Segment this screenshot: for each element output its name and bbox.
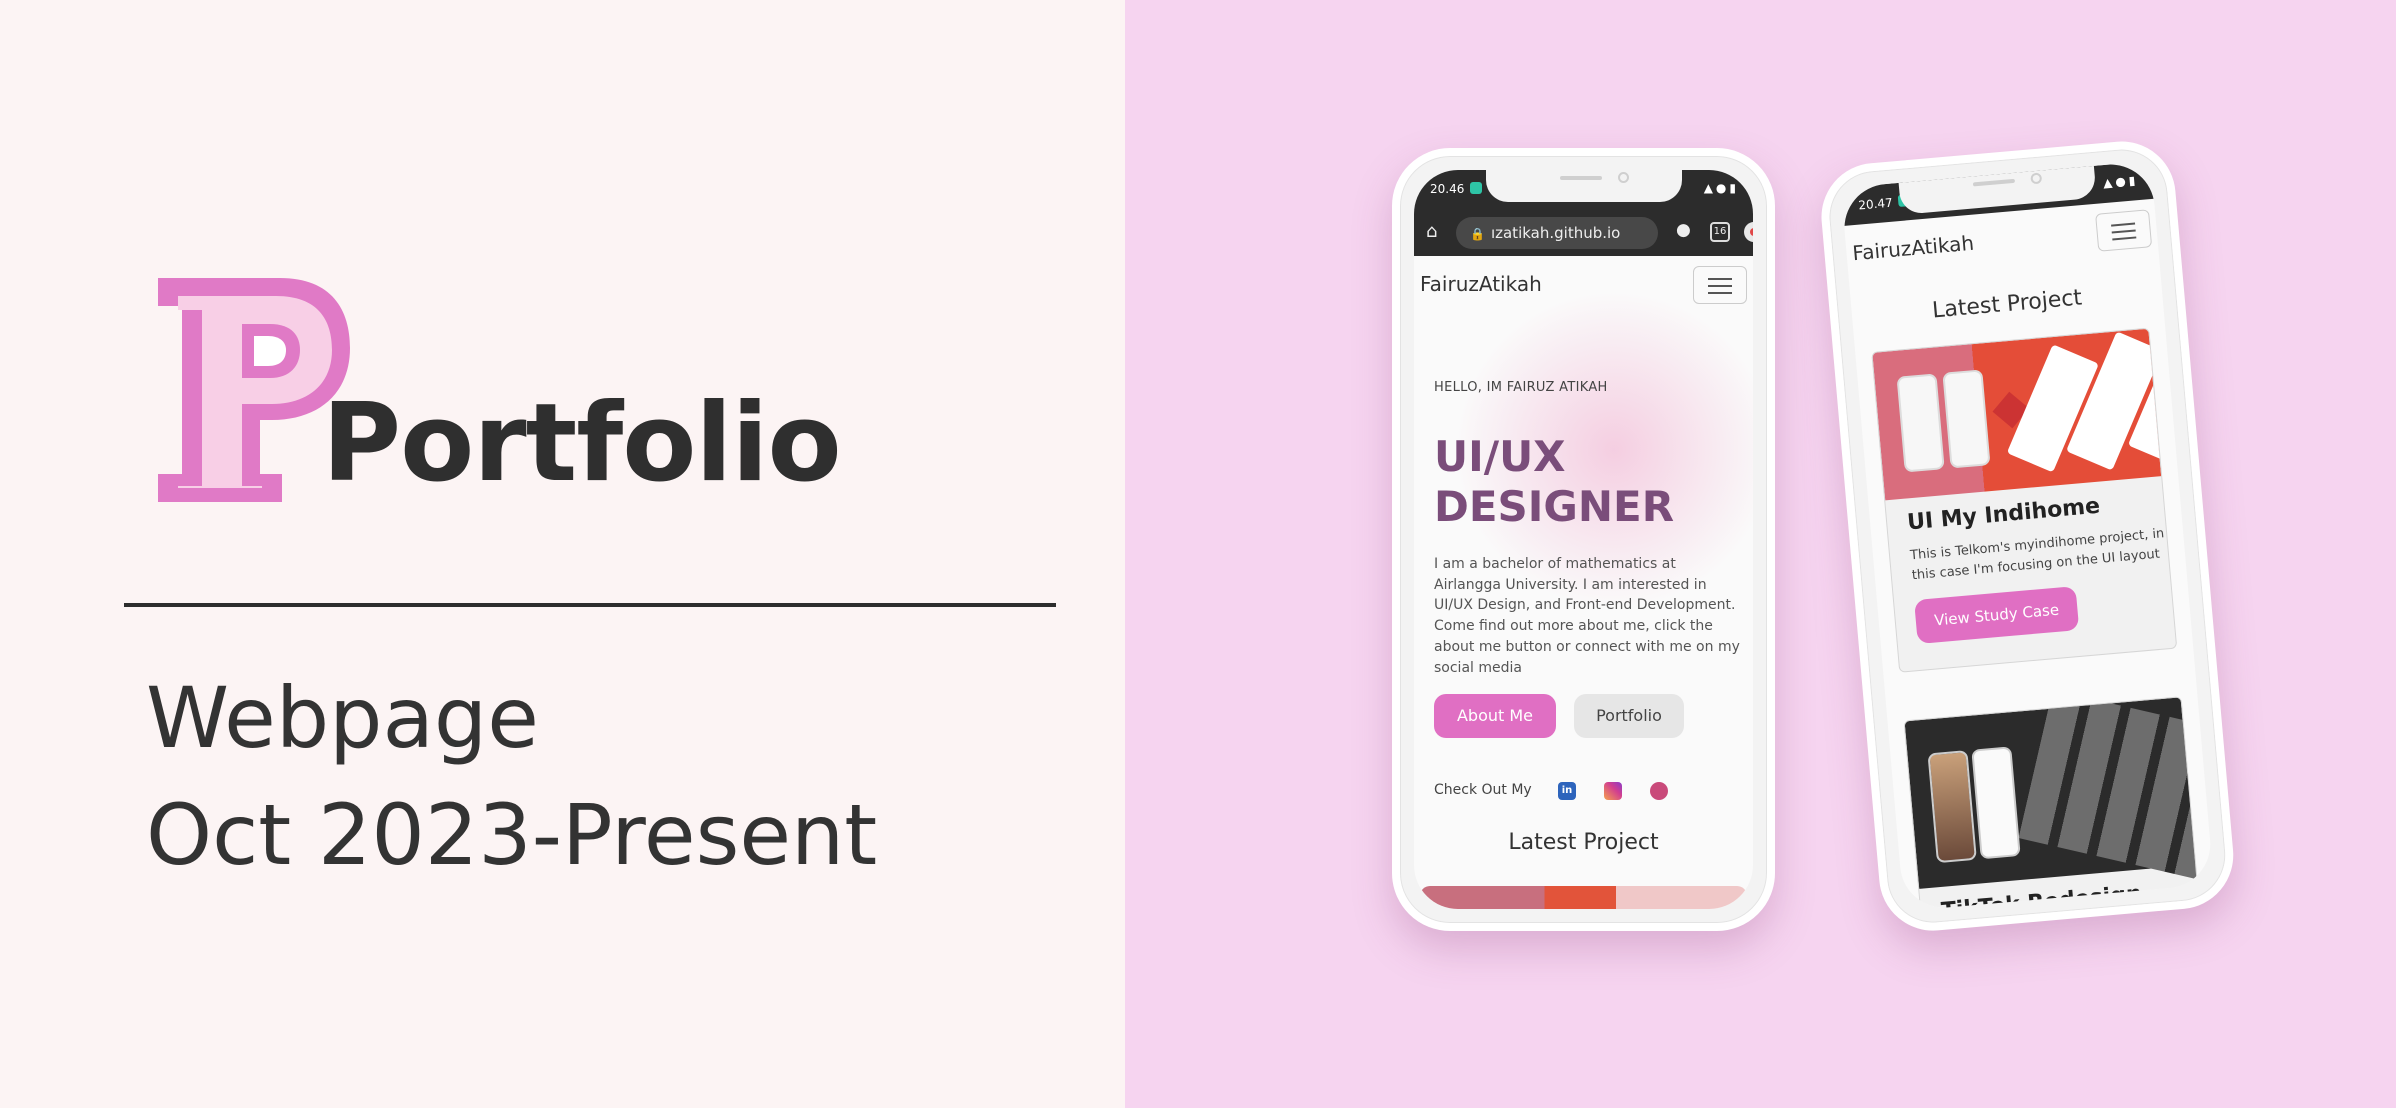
signal-battery-icon: ▲●▮ — [2102, 173, 2139, 191]
social-label: Check Out My — [1434, 782, 1532, 798]
showcase-panel: 20.46 ▲●▮ ⌂ 🔒 ızatikah.github.io ● 16 Fai… — [1125, 0, 2396, 1108]
speaker-icon — [1972, 178, 2015, 187]
site-brand[interactable]: FairuzAtikah — [1852, 231, 1975, 266]
hero-panel: Portfolio Webpage Oct 2023-Present — [0, 0, 1125, 1108]
phone-screen-back: 20.47 ▲●▮ FairuzAtikah Latest Project UI… — [1840, 160, 2214, 912]
view-study-case-button[interactable]: View Study Case — [1914, 586, 2080, 645]
browser-url-bar: ⌂ 🔒 ızatikah.github.io ● 16 — [1414, 208, 1753, 256]
hero-intro: I am a bachelor of mathematics at Airlan… — [1434, 556, 1740, 676]
hamburger-menu-icon[interactable] — [2095, 209, 2153, 252]
project-card-tiktok[interactable]: TikTok Redesign — [1903, 696, 2203, 912]
camera-icon — [2029, 172, 2042, 185]
title-divider — [124, 603, 1056, 607]
project-card-indihome[interactable]: UI My Indihome This is Telkom's myindiho… — [1871, 327, 2178, 673]
linkedin-icon[interactable]: in — [1558, 782, 1576, 800]
project-title: TikTok Redesign — [1940, 881, 2143, 912]
hero-greeting: HELLO, IM FAIRUZ ATIKAH — [1434, 380, 1608, 395]
status-time: 20.46 — [1430, 182, 1465, 196]
site-brand[interactable]: FairuzAtikah — [1420, 272, 1542, 296]
project-date: Oct 2023-Present — [146, 786, 878, 884]
phone-screen-front: 20.46 ▲●▮ ⌂ 🔒 ızatikah.github.io ● 16 Fai… — [1414, 170, 1753, 909]
project-type: Webpage — [146, 669, 539, 767]
project-thumbnail — [1904, 696, 2203, 889]
project-thumbnail — [1872, 328, 2178, 501]
browser-menu-icon[interactable] — [1744, 222, 1753, 242]
hero-role: UI/UX DESIGNER — [1434, 432, 1675, 531]
notification-icon — [1470, 182, 1482, 194]
status-time: 20.47 — [1857, 195, 1894, 213]
hamburger-menu-icon[interactable] — [1693, 266, 1747, 304]
tab-count-icon[interactable]: 16 — [1710, 222, 1730, 242]
phone-notch — [1485, 170, 1682, 202]
dribbble-icon[interactable] — [1650, 782, 1668, 800]
instagram-icon[interactable] — [1604, 782, 1622, 800]
phone-mockup-front: 20.46 ▲●▮ ⌂ 🔒 ızatikah.github.io ● 16 Fai… — [1392, 148, 1775, 931]
project-title: UI My Indihome — [1906, 493, 2101, 536]
phone-mockup-back: 20.47 ▲●▮ FairuzAtikah Latest Project UI… — [1817, 137, 2238, 936]
project-card-peek[interactable] — [1420, 886, 1747, 909]
latest-project-heading: Latest Project — [1931, 285, 2084, 324]
speaker-icon — [1559, 176, 1602, 180]
latest-project-heading: Latest Project — [1508, 830, 1659, 855]
signal-battery-icon: ▲●▮ — [1703, 181, 1739, 195]
url-text: ızatikah.github.io — [1490, 224, 1621, 242]
about-me-button[interactable]: About Me — [1434, 694, 1556, 738]
page-title: Portfolio — [322, 381, 842, 506]
portfolio-button[interactable]: Portfolio — [1574, 694, 1684, 738]
url-field[interactable]: 🔒 ızatikah.github.io — [1456, 217, 1658, 249]
camera-icon — [1617, 172, 1629, 183]
lock-icon: 🔒 — [1470, 227, 1485, 241]
home-icon[interactable]: ⌂ — [1426, 221, 1437, 242]
microphone-icon[interactable]: ● — [1676, 220, 1691, 240]
